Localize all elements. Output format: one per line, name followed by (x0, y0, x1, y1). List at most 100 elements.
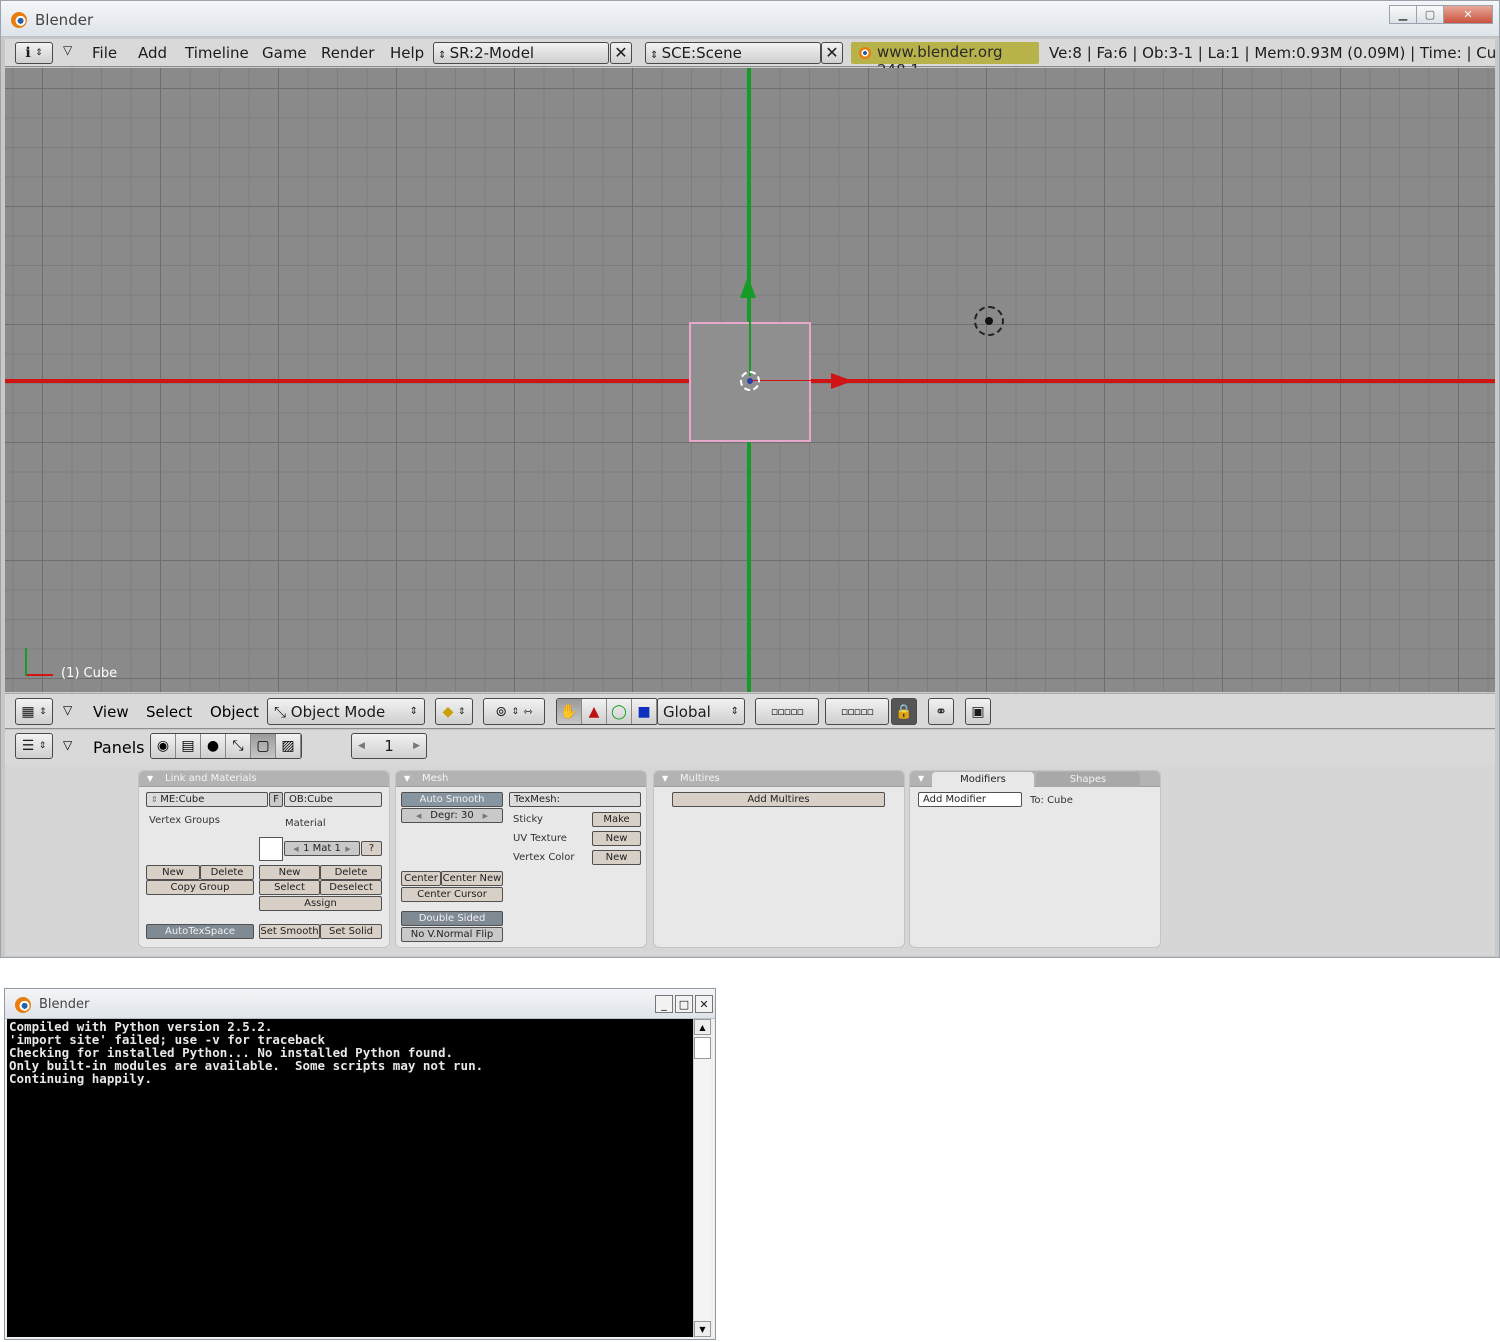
copy-group-button[interactable]: Copy Group (146, 880, 254, 895)
shading-context-icon[interactable]: ● (201, 734, 226, 758)
layers-group-2[interactable]: ▫▫▫▫▫ (825, 698, 889, 725)
center-new-button[interactable]: Center New (441, 871, 503, 886)
mesh-name-field[interactable]: ⇕ ME:Cube (146, 792, 268, 807)
collapse-menu-icon[interactable]: ▽ (63, 738, 72, 752)
scroll-up-icon[interactable]: ▲ (694, 1019, 711, 1035)
vgroup-delete-button[interactable]: Delete (200, 865, 254, 880)
draw-type-button[interactable]: ◆ ⇕ (435, 698, 473, 725)
axis-widget (25, 646, 55, 676)
console-scrollbar[interactable]: ▲ ▼ (693, 1019, 711, 1337)
console-window-controls: _ □ ✕ (653, 995, 713, 1013)
editor-type-button[interactable]: ▦ ⇕ (15, 698, 53, 725)
rotate-icon[interactable]: ◯ (607, 699, 632, 724)
object-context-icon[interactable]: ⤡ (226, 734, 251, 758)
menu-help[interactable]: Help (390, 44, 424, 62)
menu-view[interactable]: View (93, 703, 129, 721)
material-help-button[interactable]: ? (361, 841, 382, 856)
3d-viewport[interactable]: (1) Cube (5, 68, 1495, 692)
maximize-button[interactable]: ▢ (1416, 5, 1444, 24)
panel-header[interactable]: Multires (654, 771, 904, 787)
screen-select[interactable]: ⇕ SR:2-Model (433, 42, 609, 64)
minimize-button[interactable]: ▁ (1389, 5, 1417, 24)
logic-context-icon[interactable]: ◉ (151, 734, 176, 758)
render-icon[interactable]: ▣ (965, 698, 991, 725)
tab-shapes[interactable]: Shapes (1036, 772, 1140, 787)
panel-header[interactable]: Link and Materials (139, 771, 389, 787)
collapse-menu-icon[interactable]: ▽ (63, 43, 72, 57)
modifiers-panel: Modifiers Shapes Add Modifier To: Cube (909, 770, 1161, 948)
panel-header[interactable]: Mesh (396, 771, 646, 787)
material-select-button[interactable]: Select (259, 880, 320, 895)
translate-icon[interactable]: ▲ (582, 699, 607, 724)
menu-file[interactable]: File (92, 44, 117, 62)
menu-timeline[interactable]: Timeline (185, 44, 249, 62)
blender-logo-icon (11, 12, 27, 28)
no-vnormal-flip-toggle[interactable]: No V.Normal Flip (401, 927, 503, 942)
fake-user-toggle[interactable]: F (269, 792, 283, 807)
layers-group-1[interactable]: ▫▫▫▫▫ (755, 698, 819, 725)
material-delete-button[interactable]: Delete (320, 865, 382, 880)
scroll-thumb[interactable] (694, 1037, 711, 1059)
tab-modifiers[interactable]: Modifiers (932, 772, 1034, 787)
info-window-type-button[interactable]: i ⇕ (15, 42, 53, 64)
mode-select[interactable]: ⤡ Object Mode ⇕ (267, 698, 425, 725)
autotexspace-toggle[interactable]: AutoTexSpace (146, 924, 254, 939)
scene-context-icon[interactable]: ▨ (276, 734, 301, 758)
console-close-button[interactable]: ✕ (695, 995, 713, 1013)
add-modifier-menu[interactable]: Add Modifier (918, 792, 1022, 807)
lock-layers-icon[interactable]: 🔒 (891, 698, 917, 725)
orientation-select[interactable]: Global ⇕ (657, 698, 745, 725)
link-icon[interactable]: ⚭ (928, 698, 954, 725)
scroll-down-icon[interactable]: ▼ (694, 1321, 711, 1337)
material-assign-button[interactable]: Assign (259, 896, 382, 911)
close-button[interactable]: ✕ (1443, 5, 1493, 24)
scene-select[interactable]: ⇕ SCE:Scene (645, 42, 821, 64)
editing-context-icon[interactable]: ▢ (251, 734, 276, 758)
main-window-title: Blender (35, 11, 94, 29)
sticky-make-button[interactable]: Make (592, 812, 641, 827)
material-deselect-button[interactable]: Deselect (320, 880, 382, 895)
vgroup-new-button[interactable]: New (146, 865, 200, 880)
texmesh-field[interactable]: TexMesh: (509, 792, 641, 807)
material-index-field[interactable]: ◀ 1 Mat 1 ▶ (284, 841, 360, 856)
menu-add[interactable]: Add (138, 44, 167, 62)
auto-smooth-toggle[interactable]: Auto Smooth (401, 792, 503, 807)
pivot-button[interactable]: ⊚ ⇕ ⇿ (483, 698, 545, 725)
add-multires-button[interactable]: Add Multires (672, 792, 885, 807)
vertex-color-new-button[interactable]: New (592, 850, 641, 865)
lamp-object-icon[interactable] (974, 306, 1004, 336)
manipulator-x-arrow-icon[interactable] (831, 373, 853, 389)
collapse-menu-icon[interactable]: ▽ (63, 703, 72, 717)
hand-icon[interactable]: ✋ (557, 699, 582, 724)
manipulator-y-arrow-icon[interactable] (740, 276, 756, 298)
set-smooth-button[interactable]: Set Smooth (259, 924, 320, 939)
uv-texture-new-button[interactable]: New (592, 831, 641, 846)
object-name-field[interactable]: OB:Cube (284, 792, 382, 807)
3d-view-header: ▦ ⇕ ▽ View Select Object ⤡ Object Mode ⇕ … (5, 693, 1495, 729)
set-solid-button[interactable]: Set Solid (320, 924, 382, 939)
center-button[interactable]: Center (401, 871, 441, 886)
script-context-icon[interactable]: ▤ (176, 734, 201, 758)
menu-render[interactable]: Render (321, 44, 374, 62)
scene-delete-button[interactable]: ✕ (821, 42, 843, 64)
vertex-groups-label: Vertex Groups (149, 815, 220, 826)
console-output[interactable]: Compiled with Python version 2.5.2.'impo… (7, 1019, 693, 1337)
degr-field[interactable]: ◀ Degr: 30 ▶ (401, 808, 503, 823)
panels-menu[interactable]: Panels (93, 738, 145, 757)
material-color-swatch[interactable] (259, 837, 283, 861)
menu-object[interactable]: Object (210, 703, 259, 721)
blender-url-badge[interactable]: www.blender.org 248.1 (851, 42, 1039, 79)
console-minimize-button[interactable]: _ (655, 995, 673, 1013)
vertex-color-label: Vertex Color (513, 852, 575, 863)
scale-icon[interactable]: ■ (632, 699, 657, 724)
center-cursor-button[interactable]: Center Cursor (401, 887, 503, 902)
console-maximize-button[interactable]: □ (675, 995, 693, 1013)
grid-icon: ▦ (21, 703, 35, 720)
screen-delete-button[interactable]: ✕ (610, 42, 632, 64)
double-sided-toggle[interactable]: Double Sided (401, 911, 503, 926)
menu-select[interactable]: Select (146, 703, 192, 721)
buttons-editor-type-button[interactable]: ☰ ⇕ (15, 733, 53, 759)
material-new-button[interactable]: New (259, 865, 320, 880)
menu-game[interactable]: Game (262, 44, 307, 62)
frame-number-field[interactable]: ◀ 1 ▶ (351, 733, 427, 759)
